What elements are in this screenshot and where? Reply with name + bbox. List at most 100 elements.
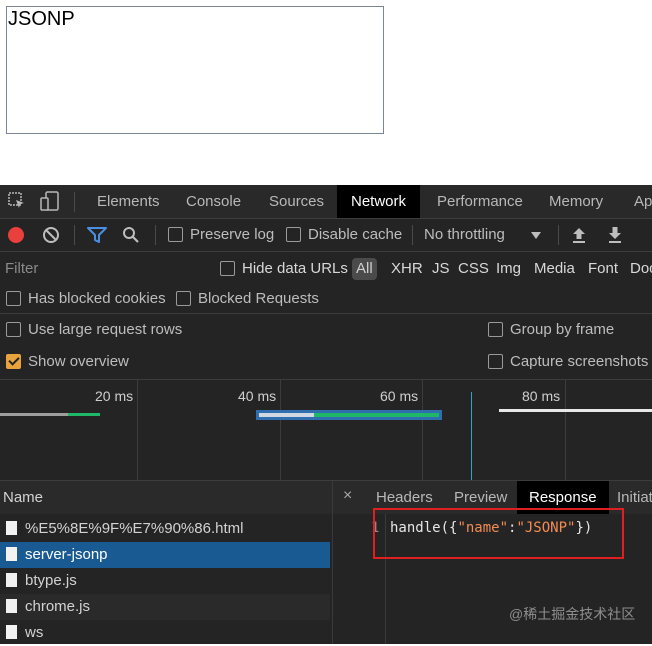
- request-row[interactable]: %E5%8E%9F%E7%90%86.html: [0, 516, 330, 542]
- blocked-requests-checkbox[interactable]: Blocked Requests: [176, 285, 319, 312]
- disable-cache-checkbox[interactable]: Disable cache: [286, 219, 402, 251]
- checkbox-box: [6, 321, 21, 337]
- request-name: server-jsonp: [25, 546, 108, 563]
- timeline-bar-waiting: [259, 413, 314, 417]
- tab-network[interactable]: Network: [337, 185, 421, 218]
- overview-timeline[interactable]: 20 ms 40 ms 60 ms 80 ms: [0, 380, 652, 480]
- toolbar-divider: [558, 225, 559, 245]
- filter-input[interactable]: Filter: [0, 256, 205, 281]
- type-img-button[interactable]: Img: [496, 252, 521, 285]
- devtools-panel: Elements Console Sources Network Perform…: [0, 185, 652, 644]
- toolbar-divider: [412, 225, 413, 245]
- file-icon: [6, 625, 17, 640]
- checkbox-checked: [6, 353, 21, 369]
- tick-label: 40 ms: [238, 388, 277, 404]
- tab-application[interactable]: Ap: [622, 185, 652, 218]
- show-overview-checkbox[interactable]: Show overview: [6, 346, 129, 378]
- import-har-icon[interactable]: [571, 226, 587, 244]
- type-doc-button[interactable]: Doc: [630, 252, 652, 285]
- checkbox-box: [488, 321, 503, 337]
- checkbox-box: [220, 260, 235, 276]
- response-panel: × Headers Preview Response Initiat 1 han…: [333, 481, 652, 644]
- network-settings: Use large request rows Group by frame Sh…: [0, 314, 652, 379]
- request-row[interactable]: chrome.js: [0, 594, 330, 620]
- preserve-log-checkbox[interactable]: Preserve log: [168, 219, 274, 251]
- capture-screenshots-label: Capture screenshots: [510, 353, 649, 370]
- checkbox-box: [6, 290, 21, 306]
- record-icon[interactable]: [8, 227, 24, 243]
- group-by-frame-checkbox[interactable]: Group by frame: [488, 314, 614, 346]
- request-name: ws: [25, 624, 44, 641]
- file-icon: [6, 521, 17, 536]
- file-icon: [6, 547, 17, 562]
- tab-elements[interactable]: Elements: [85, 185, 172, 218]
- blocked-requests-label: Blocked Requests: [198, 290, 319, 307]
- throttling-select[interactable]: No throttling: [424, 219, 505, 251]
- tabbar-divider: [74, 192, 75, 212]
- grid-line: [137, 380, 138, 480]
- page-heading: JSONP: [8, 8, 75, 30]
- filter-bar: Filter Hide data URLs All XHR JS CSS Img…: [0, 252, 652, 285]
- type-xhr-button[interactable]: XHR: [391, 252, 423, 285]
- network-toolbar: Preserve log Disable cache No throttling: [0, 219, 652, 251]
- inspect-element-icon[interactable]: [8, 192, 26, 210]
- has-blocked-cookies-label: Has blocked cookies: [28, 290, 166, 307]
- tick-label: 80 ms: [522, 388, 561, 404]
- request-row[interactable]: btype.js: [0, 568, 330, 594]
- tab-performance[interactable]: Performance: [425, 185, 535, 218]
- filter-icon[interactable]: [87, 226, 107, 244]
- grid-line: [422, 380, 423, 480]
- type-all-button[interactable]: All: [352, 258, 377, 280]
- checkbox-box: [286, 226, 301, 242]
- toolbar-divider: [74, 225, 75, 245]
- large-rows-label: Use large request rows: [28, 321, 183, 338]
- capture-screenshots-checkbox[interactable]: Capture screenshots: [488, 346, 648, 378]
- checkbox-box: [488, 353, 503, 369]
- requests-header: Name: [0, 481, 332, 514]
- type-css-button[interactable]: CSS: [458, 252, 489, 285]
- tick-label: 60 ms: [380, 388, 419, 404]
- column-name-header[interactable]: Name: [3, 481, 43, 514]
- disable-cache-label: Disable cache: [308, 226, 403, 243]
- type-font-button[interactable]: Font: [588, 252, 618, 285]
- watermark: @稀土掘金技术社区: [509, 606, 636, 622]
- timeline-bar-waiting: [0, 413, 68, 416]
- toolbar-divider: [155, 225, 156, 245]
- tab-console[interactable]: Console: [174, 185, 253, 218]
- type-js-button[interactable]: JS: [432, 252, 450, 285]
- file-icon: [6, 573, 17, 588]
- group-by-frame-label: Group by frame: [510, 321, 615, 338]
- tab-memory[interactable]: Memory: [537, 185, 615, 218]
- preserve-log-label: Preserve log: [190, 226, 275, 243]
- request-name: chrome.js: [25, 598, 91, 615]
- export-har-icon[interactable]: [607, 226, 623, 244]
- clear-icon[interactable]: [42, 226, 60, 244]
- tab-sources[interactable]: Sources: [257, 185, 336, 218]
- file-icon: [6, 599, 17, 614]
- type-media-button[interactable]: Media: [534, 252, 575, 285]
- blocked-filter-row: Has blocked cookies Blocked Requests: [0, 285, 652, 312]
- tick-label: 20 ms: [95, 388, 134, 404]
- timeline-bar-download: [68, 413, 100, 416]
- filter-placeholder: Filter: [5, 260, 39, 277]
- close-icon[interactable]: ×: [343, 481, 352, 511]
- checkbox-box: [168, 226, 183, 242]
- device-toolbar-icon[interactable]: [40, 191, 60, 211]
- has-blocked-cookies-checkbox[interactable]: Has blocked cookies: [6, 285, 166, 312]
- timeline-bar-ws: [499, 409, 652, 412]
- hide-data-urls-checkbox[interactable]: Hide data URLs: [220, 252, 348, 285]
- request-row[interactable]: ws: [0, 620, 330, 646]
- devtools-tabbar: Elements Console Sources Network Perform…: [0, 185, 652, 218]
- checkbox-box: [176, 290, 191, 306]
- dropdown-arrow-icon[interactable]: [531, 232, 541, 239]
- search-icon[interactable]: [122, 226, 140, 244]
- request-name: %E5%8E%9F%E7%90%86.html: [25, 520, 244, 537]
- request-name: btype.js: [25, 572, 77, 589]
- grid-line: [565, 380, 566, 480]
- large-rows-checkbox[interactable]: Use large request rows: [6, 314, 182, 346]
- show-overview-label: Show overview: [28, 353, 129, 370]
- request-row-selected[interactable]: server-jsonp: [0, 542, 330, 568]
- highlight-box: [373, 508, 624, 559]
- timeline-bar-download: [314, 413, 439, 417]
- hide-data-urls-label: Hide data URLs: [242, 260, 348, 277]
